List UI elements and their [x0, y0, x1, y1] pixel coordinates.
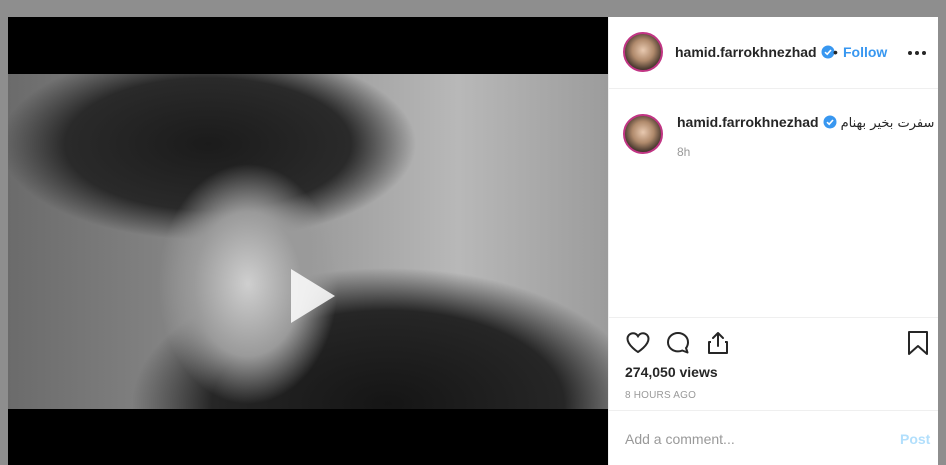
post-timestamp[interactable]: 8 HOURS AGO — [625, 390, 696, 401]
video-frame[interactable] — [8, 74, 608, 409]
username-text[interactable]: hamid.farrokhnezhad — [675, 44, 817, 60]
header-username[interactable]: hamid.farrokhnezhad — [675, 44, 835, 60]
post-media[interactable] — [8, 17, 608, 465]
separator-dot: • — [833, 44, 838, 60]
caption-text: سفرت بخیر بهنام — [840, 116, 935, 131]
avatar[interactable] — [623, 114, 663, 154]
backdrop-edge — [938, 17, 946, 465]
comment-bubble-icon[interactable] — [665, 330, 691, 356]
caption-timestamp[interactable]: 8h — [677, 145, 690, 159]
username-text[interactable]: hamid.farrokhnezhad — [677, 114, 819, 130]
follow-button[interactable]: Follow — [843, 44, 887, 60]
play-icon[interactable] — [273, 261, 343, 331]
add-comment-bar: Post — [609, 410, 946, 465]
avatar[interactable] — [623, 32, 663, 72]
comments-section: hamid.farrokhnezhad سفرت بخیر بهنام 8h — [609, 89, 946, 317]
action-bar: 274,050 views 8 HOURS AGO — [609, 317, 946, 410]
more-options-icon[interactable] — [907, 43, 927, 63]
share-icon[interactable] — [705, 330, 731, 356]
post-modal: hamid.farrokhnezhad • Follow hamid.farro… — [8, 17, 946, 465]
comment-input[interactable] — [625, 429, 875, 449]
views-count[interactable]: 274,050 views — [625, 364, 718, 380]
verified-badge-icon — [823, 115, 837, 129]
heart-icon[interactable] — [625, 330, 651, 356]
post-comment-button[interactable]: Post — [900, 431, 930, 447]
post-header: hamid.farrokhnezhad • Follow — [609, 17, 946, 89]
caption: hamid.farrokhnezhad سفرت بخیر بهنام — [677, 114, 934, 131]
post-sidebar: hamid.farrokhnezhad • Follow hamid.farro… — [608, 17, 946, 465]
bookmark-icon[interactable] — [907, 330, 929, 356]
caption-username[interactable]: hamid.farrokhnezhad — [677, 114, 837, 130]
